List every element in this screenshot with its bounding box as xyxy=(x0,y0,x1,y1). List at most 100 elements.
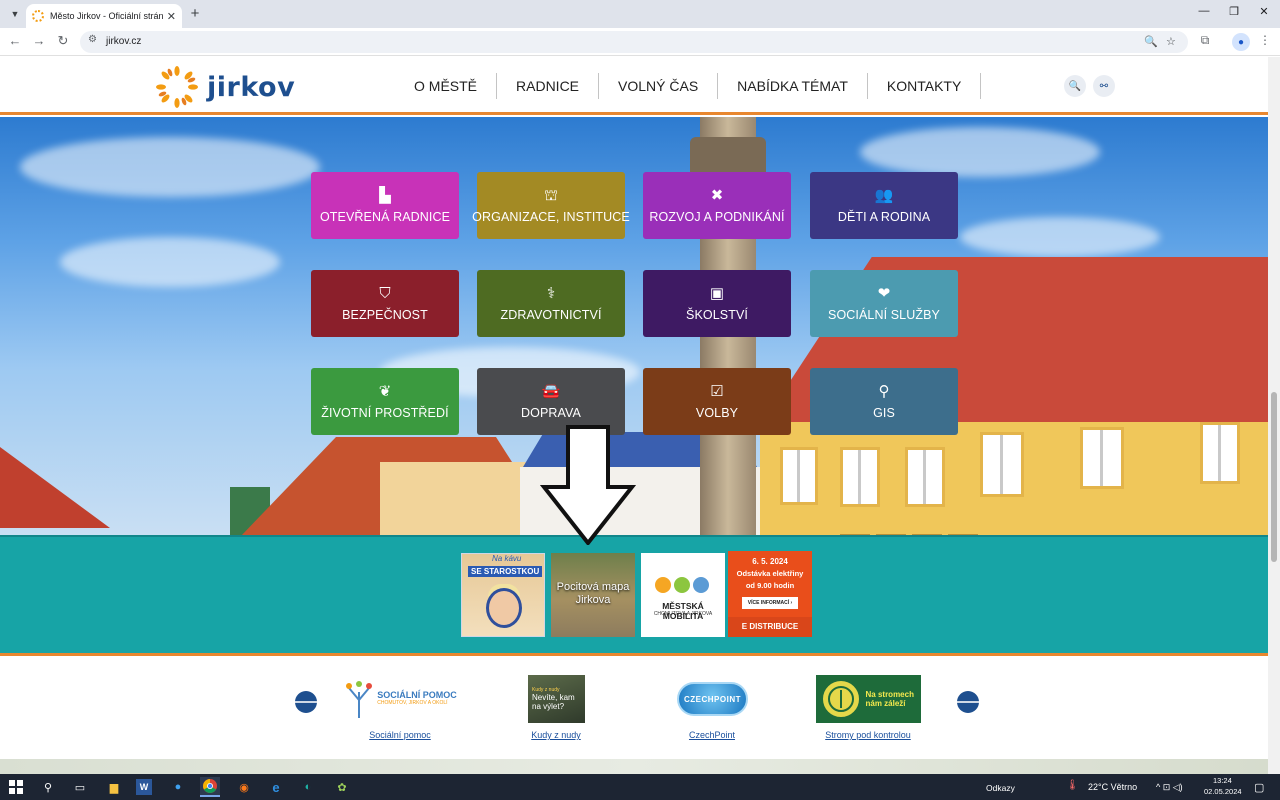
map-preview-strip xyxy=(0,759,1268,774)
back-icon[interactable]: ← xyxy=(6,33,24,48)
tile-skolstvi[interactable]: ▣ ŠKOLSTVÍ xyxy=(643,270,791,337)
sun-logo-icon xyxy=(156,66,198,108)
nav-item-radnice[interactable]: RADNICE xyxy=(497,73,600,99)
banner-na-kavu-se-starostkou[interactable]: Na kávu se starostkou xyxy=(461,553,545,637)
tile-otevrena-radnice[interactable]: ▙ OTEVŘENÁ RADNICE xyxy=(311,172,459,239)
system-tray-icons[interactable]: ^ ⊡ ◁) xyxy=(1156,782,1183,793)
window xyxy=(1080,427,1124,489)
tile-rozvoj-a-podnikani[interactable]: ✖ ROZVOJ A PODNIKÁNÍ xyxy=(643,172,791,239)
tile-volby[interactable]: ☑ VOLBY xyxy=(643,368,791,435)
app-icon[interactable]: ● xyxy=(168,777,188,797)
browser-tab-strip: ▼ Město Jirkov - Oficiální stránky ✕ + —… xyxy=(0,0,1280,28)
tile-label: BEZPEČNOST xyxy=(342,307,428,322)
sitemap-icon[interactable]: ⚯ xyxy=(1093,75,1115,97)
edge-icon[interactable]: ◐ xyxy=(298,777,318,797)
banner-title: se starostkou xyxy=(468,566,543,577)
tile-label: ZDRAVOTNICTVÍ xyxy=(500,307,602,322)
zoom-icon[interactable]: 🔍 xyxy=(1144,35,1158,48)
site-info-icon[interactable]: ⚙ xyxy=(88,34,97,45)
word-icon[interactable]: W xyxy=(136,779,152,795)
forward-icon[interactable]: → xyxy=(30,33,48,48)
partner-name: SOCIÁLNÍ POMOC xyxy=(377,690,457,700)
links-toolbar[interactable]: Odkazy xyxy=(986,783,1015,793)
banner-outage-line1: Odstávka elektřiny xyxy=(736,569,804,578)
roof-left xyxy=(0,447,110,528)
partner-logo-socialni-pomoc[interactable]: SOCIÁLNÍ POMOC CHOMUTOV, JIRKOV A OKOLÍ xyxy=(338,675,464,721)
search-icon[interactable]: 🔍 xyxy=(1064,75,1086,97)
tile-socialni-sluzby[interactable]: ❤ SOCIÁLNÍ SLUŽBY xyxy=(810,270,958,337)
tile-label: ORGANIZACE, INSTITUCE xyxy=(472,209,630,224)
tab-title: Město Jirkov - Oficiální stránky xyxy=(50,11,163,21)
menu-icon[interactable]: ⋮ xyxy=(1256,33,1274,47)
restore-button[interactable]: ❐ xyxy=(1224,5,1244,18)
chrome-icon[interactable] xyxy=(200,777,220,797)
partner-name: Nevíte, kam na výlet? xyxy=(532,693,575,711)
partners-carousel: 🡐 SOCIÁLNÍ POMOC CHOMUTOV, JIRKOV A OKOL… xyxy=(0,659,1268,759)
institution-icon: ⛫ xyxy=(544,186,558,204)
tile-zivotni-prostredi[interactable]: ❦ ŽIVOTNÍ PROSTŘEDÍ xyxy=(311,368,459,435)
partner-logo-stromy[interactable]: Na stromech nám záleží xyxy=(816,675,921,723)
partner-link-czechpoint[interactable]: CzechPoint xyxy=(652,730,772,740)
close-window-button[interactable]: ✕ xyxy=(1254,5,1274,18)
teacher-icon: ▣ xyxy=(709,284,725,302)
tile-deti-a-rodina[interactable]: 👥 DĚTI A RODINA xyxy=(810,172,958,239)
nav-item-kontakty[interactable]: KONTAKTY xyxy=(868,73,982,99)
profile-icon[interactable]: ● xyxy=(1232,33,1250,51)
tab-search-chevron-down-icon[interactable]: ▼ xyxy=(6,5,24,23)
new-tab-button[interactable]: + xyxy=(187,5,203,22)
carousel-next-button[interactable]: 🡒 xyxy=(951,691,985,713)
edge-legacy-icon[interactable]: e xyxy=(266,777,286,797)
tile-label: ŽIVOTNÍ PROSTŘEDÍ xyxy=(321,405,449,420)
banner-mestska-mobilita[interactable]: MĚSTSKÁ MOBILITA CHOMUTOVA A JIRKOVA xyxy=(641,553,725,637)
task-view-icon[interactable]: ▭ xyxy=(70,777,90,797)
window xyxy=(840,447,880,507)
address-bar[interactable]: ⚙ jirkov.cz 🔍 ☆ xyxy=(80,31,1188,53)
extensions-icon[interactable]: ⧉ xyxy=(1196,33,1214,48)
tile-gis[interactable]: ⚲ GIS xyxy=(810,368,958,435)
partner-logo-czechpoint[interactable]: CZECHPOINT xyxy=(677,682,748,716)
house-middle xyxy=(380,462,540,535)
file-explorer-icon[interactable]: ▆ xyxy=(104,777,124,797)
nav-item-volny-cas[interactable]: VOLNÝ ČAS xyxy=(599,73,719,99)
cloud xyxy=(20,137,320,197)
banner-pocitova-mapa[interactable]: Pocitová mapa Jirkova xyxy=(551,553,635,637)
tile-zdravotnictvi[interactable]: ⚕ ZDRAVOTNICTVÍ xyxy=(477,270,625,337)
app2-icon[interactable]: ✿ xyxy=(332,777,352,797)
star-icon[interactable]: ☆ xyxy=(1166,35,1176,48)
tile-bezpecnost[interactable]: ⛉ BEZPEČNOST xyxy=(311,270,459,337)
tab-close-icon[interactable]: ✕ xyxy=(167,10,176,23)
tile-organizace-instituce[interactable]: ⛫ ORGANIZACE, INSTITUCE xyxy=(472,172,630,239)
partner-link-kudy-z-nudy[interactable]: Kudy z nudy xyxy=(496,730,616,740)
notifications-icon[interactable]: ▢ xyxy=(1254,781,1264,794)
nav-item-o-meste[interactable]: O MĚSTĚ xyxy=(395,73,498,99)
tile-label: ROZVOJ A PODNIKÁNÍ xyxy=(649,209,785,224)
clock-time[interactable]: 13:24 xyxy=(1213,776,1232,785)
partner-link-stromy[interactable]: Stromy pod kontrolou xyxy=(808,730,928,740)
portrait-face xyxy=(486,588,522,628)
shield-icon: ⛉ xyxy=(379,284,391,302)
tile-label: ŠKOLSTVÍ xyxy=(686,307,748,322)
partner-logo-kudy-z-nudy[interactable]: Kudy z nudy Nevíte, kam na výlet? xyxy=(528,675,585,723)
url-text[interactable]: jirkov.cz xyxy=(106,36,141,47)
page-scrollbar[interactable] xyxy=(1268,57,1280,774)
firefox-icon[interactable]: ◉ xyxy=(234,777,254,797)
minimize-button[interactable]: — xyxy=(1194,5,1214,17)
partner-link-socialni-pomoc[interactable]: Sociální pomoc xyxy=(340,730,460,740)
windows-taskbar: ⚲ ▭ ▆ W ● ◉ e ◐ ✿ Odkazy 🌡 22°C Větrno ^… xyxy=(0,774,1280,800)
banner-outage-button[interactable]: VÍCE INFORMACÍ › xyxy=(742,597,798,609)
reload-icon[interactable]: ↻ xyxy=(54,33,72,49)
column-capital xyxy=(690,137,766,177)
search-icon[interactable]: ⚲ xyxy=(38,777,58,797)
bus-icon xyxy=(674,577,690,593)
windows-start-icon[interactable] xyxy=(6,777,26,797)
main-navigation: O MĚSTĚ RADNICE VOLNÝ ČAS NABÍDKA TÉMAT … xyxy=(395,73,982,99)
site-logo[interactable]: jirkov xyxy=(155,65,295,109)
tile-label: OTEVŘENÁ RADNICE xyxy=(319,209,451,224)
nav-item-nabidka-temat[interactable]: NABÍDKA TÉMAT xyxy=(718,73,868,99)
banner-odstavka-elektriny[interactable]: 6. 5. 2024 Odstávka elektřiny od 9.00 ho… xyxy=(728,551,812,637)
scrollbar-thumb[interactable] xyxy=(1271,392,1277,562)
weather-text[interactable]: 22°C Větrno xyxy=(1088,782,1137,792)
carousel-prev-button[interactable]: 🡐 xyxy=(289,691,323,713)
clock-date[interactable]: 02.05.2024 xyxy=(1204,787,1242,796)
browser-tab-active[interactable]: Město Jirkov - Oficiální stránky ✕ xyxy=(26,4,182,28)
